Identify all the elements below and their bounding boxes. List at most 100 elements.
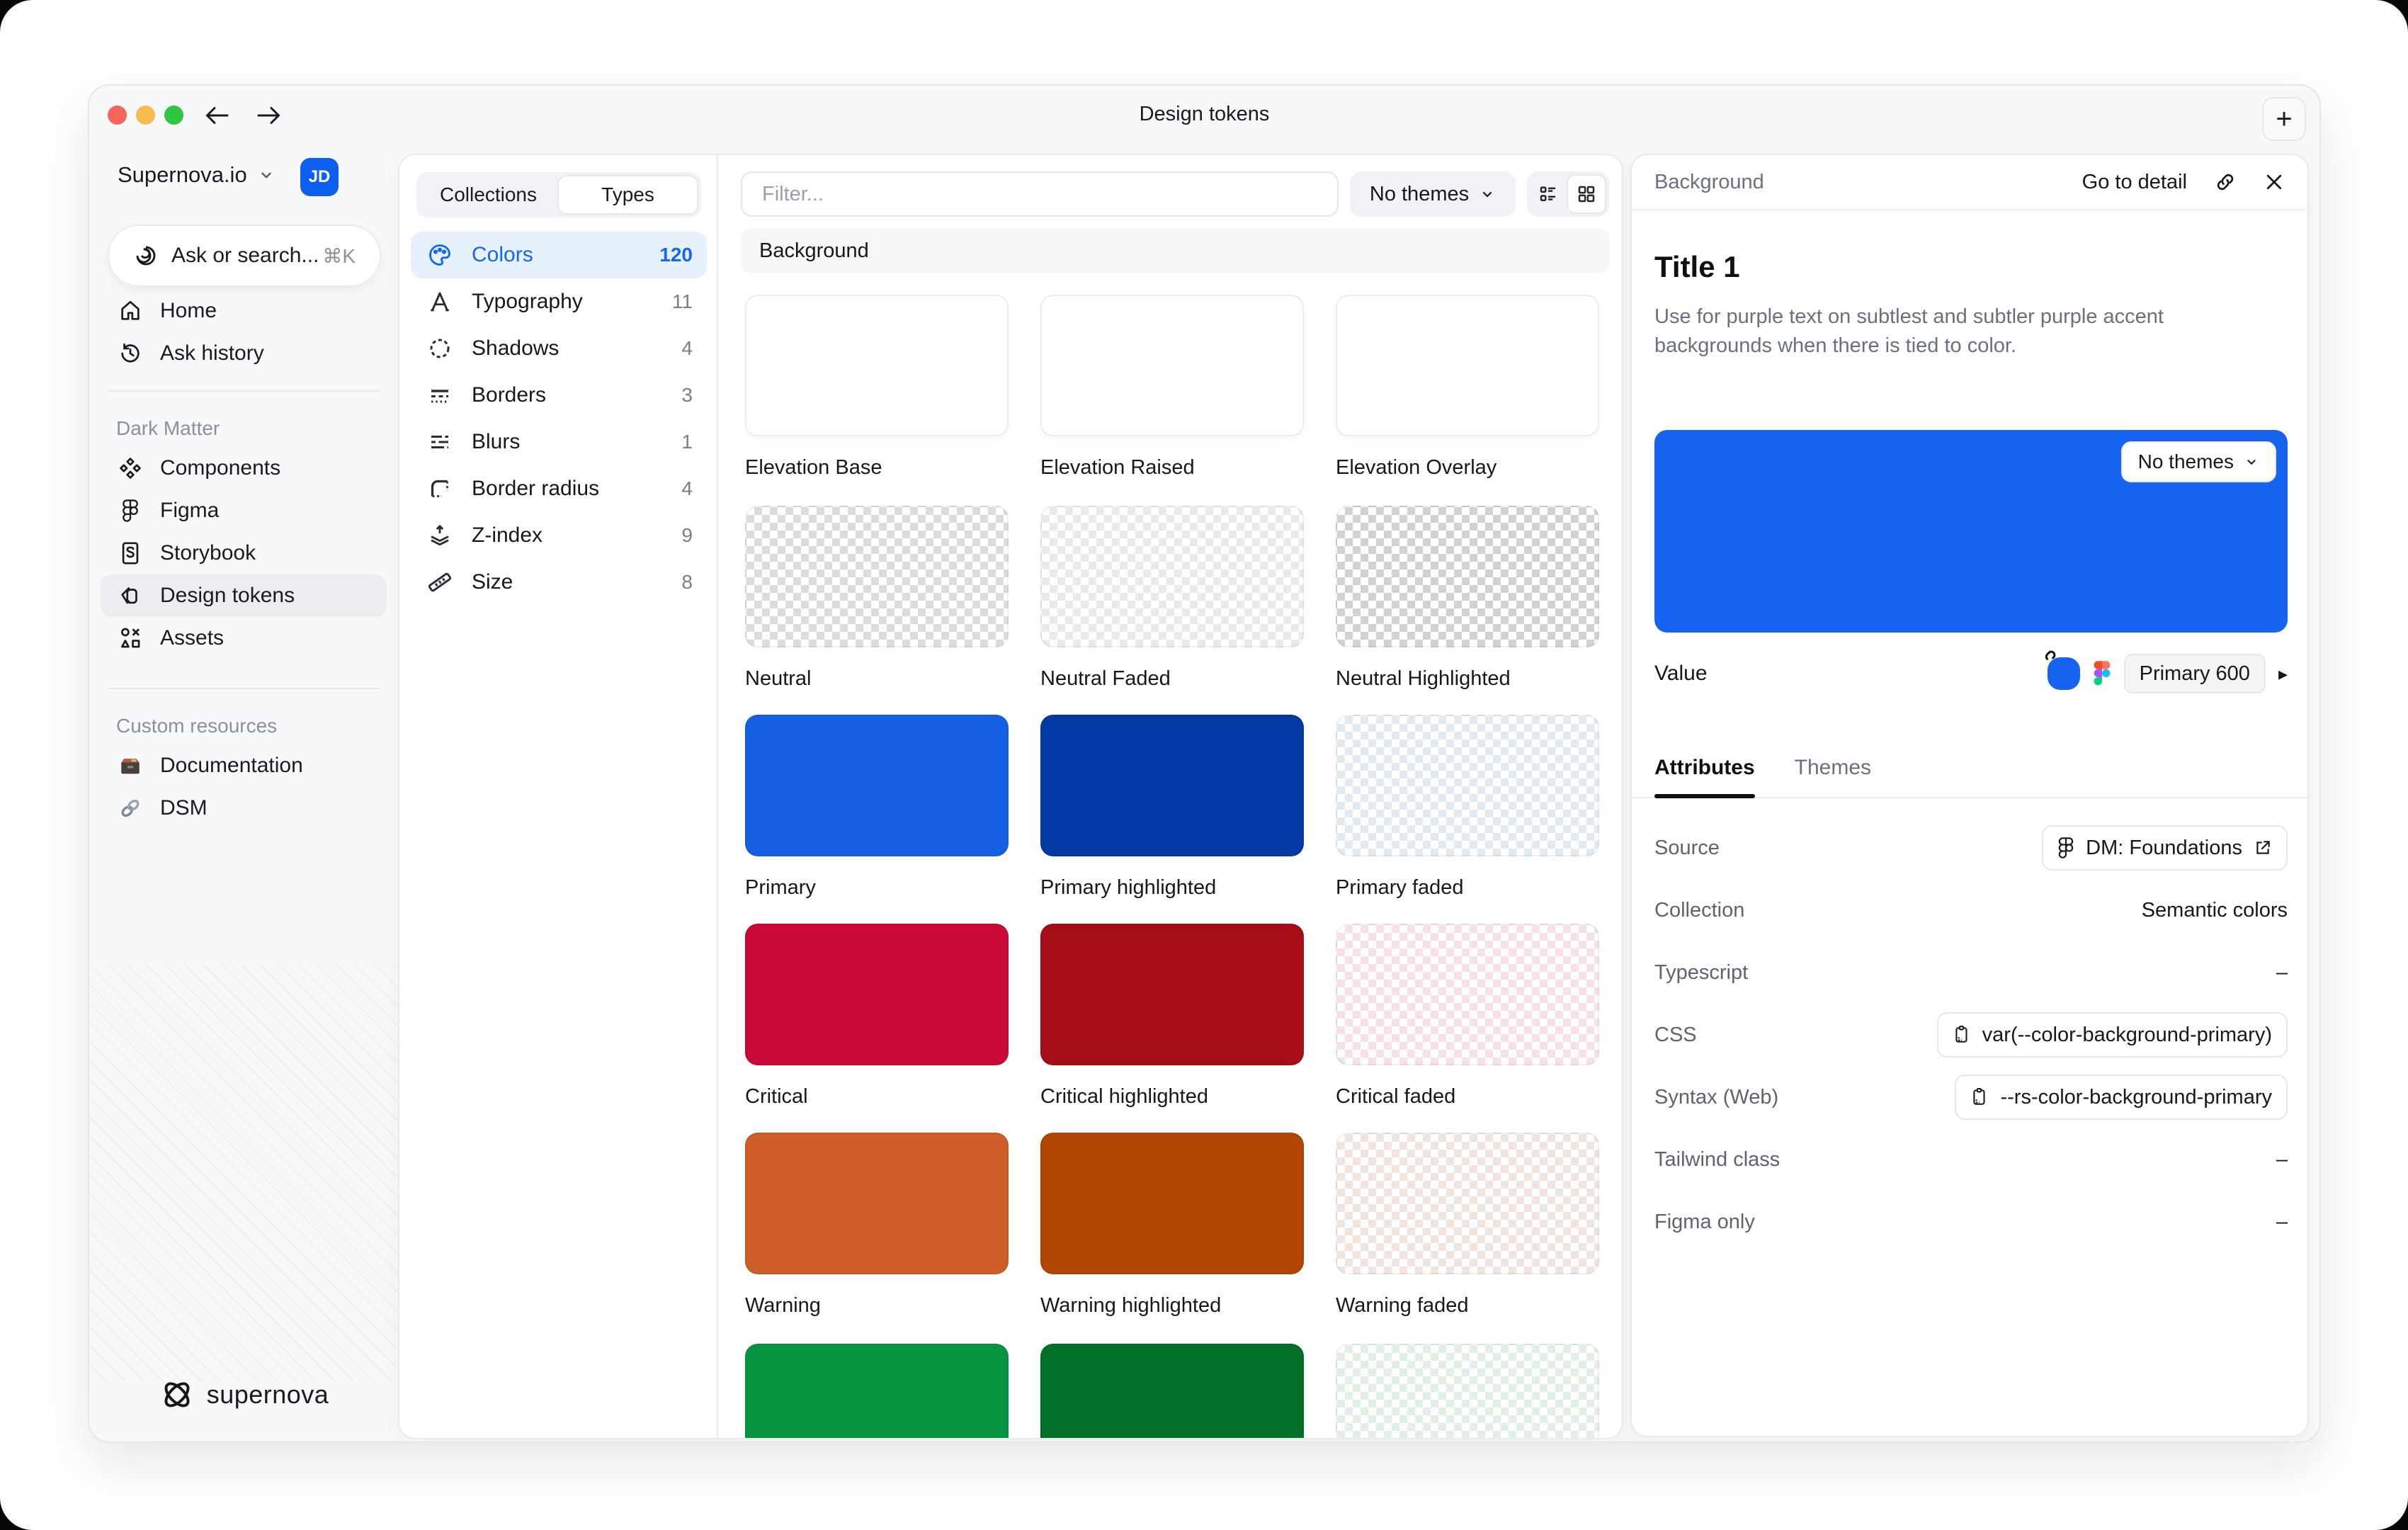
sidebar-item-assets[interactable]: Assets xyxy=(101,617,387,659)
tab-collections[interactable]: Collections xyxy=(419,175,557,215)
attribute-row-typescript: Typescript – xyxy=(1654,948,2288,997)
sidebar: Supernova.io JD Ask or search... ⌘K Home xyxy=(89,86,398,1441)
token-type-list: Colors 120 Typography 11 Shadows 4 xyxy=(411,232,707,606)
search-shortcut: ⌘K xyxy=(322,244,356,268)
sidebar-item-components[interactable]: Components xyxy=(101,447,387,489)
home-icon xyxy=(116,299,144,323)
value-label: Value xyxy=(1654,662,1708,686)
css-variable-chip[interactable]: var(--color-background-primary) xyxy=(1937,1012,2288,1058)
swatch-neutral-highlighted[interactable] xyxy=(1336,506,1599,647)
supernova-mark-icon xyxy=(159,1376,195,1413)
attribute-value: Semantic colors xyxy=(2142,899,2288,922)
add-button[interactable]: + xyxy=(2262,97,2306,141)
type-item-border-radius[interactable]: Border radius 4 xyxy=(411,465,707,512)
swatch-label: Primary faded xyxy=(1336,876,1599,900)
type-count: 8 xyxy=(681,571,693,594)
sidebar-item-label: Storybook xyxy=(160,541,256,565)
type-item-z-index[interactable]: Z-index 9 xyxy=(411,512,707,559)
tab-themes[interactable]: Themes xyxy=(1795,752,1871,797)
swatch-neutral-faded[interactable] xyxy=(1040,506,1304,647)
history-icon xyxy=(116,341,144,366)
type-item-blurs[interactable]: Blurs 1 xyxy=(411,419,707,465)
swatch-positive[interactable] xyxy=(745,1344,1009,1439)
chevron-down-icon xyxy=(257,166,276,184)
swatch-warning[interactable] xyxy=(745,1133,1009,1274)
sidebar-item-home[interactable]: Home xyxy=(101,290,387,332)
type-count: 3 xyxy=(681,384,693,407)
supernova-wordmark: supernova xyxy=(207,1380,329,1410)
type-item-borders[interactable]: Borders 3 xyxy=(411,372,707,419)
sidebar-item-documentation[interactable]: Documentation xyxy=(101,744,387,787)
swatch-primary[interactable] xyxy=(745,715,1009,856)
swatch-neutral[interactable] xyxy=(745,506,1009,647)
section-label-dark-matter: Dark Matter xyxy=(101,407,387,447)
value-token-chip[interactable]: Primary 600 xyxy=(2124,654,2266,693)
swatch-label: Neutral xyxy=(745,667,1009,691)
close-icon[interactable] xyxy=(2264,171,2285,193)
sidebar-item-label: Documentation xyxy=(160,754,303,778)
avatar[interactable]: JD xyxy=(300,158,339,196)
sidebar-item-design-tokens[interactable]: Design tokens xyxy=(101,574,387,617)
type-item-typography[interactable]: Typography 11 xyxy=(411,278,707,325)
swatch-label: Warning highlighted xyxy=(1040,1294,1304,1318)
swatch-critical[interactable] xyxy=(745,924,1009,1065)
type-item-shadows[interactable]: Shadows 4 xyxy=(411,325,707,372)
attribute-label: Source xyxy=(1654,837,1720,860)
swatch-warning-faded[interactable] xyxy=(1336,1133,1599,1274)
swatch-label: Elevation Base xyxy=(745,456,1009,480)
swatch-label: Critical faded xyxy=(1336,1085,1599,1109)
list-view-button[interactable] xyxy=(1530,174,1567,214)
shadows-icon xyxy=(425,336,455,361)
swatch-primary-highlighted[interactable] xyxy=(1040,715,1304,856)
workspace-switcher[interactable]: Supernova.io JD xyxy=(118,162,381,188)
copy-link-icon[interactable] xyxy=(2214,171,2237,193)
type-item-colors[interactable]: Colors 120 xyxy=(411,232,707,278)
swatch-positive-highlighted[interactable] xyxy=(1040,1344,1304,1439)
grid-view-button[interactable] xyxy=(1567,174,1606,214)
swatch-elevation-raised[interactable] xyxy=(1040,295,1304,436)
type-label: Shadows xyxy=(472,336,559,361)
link-chain-icon xyxy=(116,796,144,820)
type-item-size[interactable]: Size 8 xyxy=(411,559,707,606)
swatch-primary-faded[interactable] xyxy=(1336,715,1599,856)
themes-dropdown[interactable]: No themes xyxy=(1350,171,1516,217)
swatch-elevation-overlay[interactable] xyxy=(1336,295,1599,436)
sidebar-item-storybook[interactable]: Storybook xyxy=(101,532,387,574)
attribute-row-css: CSS var(--color-background-primary) xyxy=(1654,1011,2288,1059)
sidebar-item-ask-history[interactable]: Ask history xyxy=(101,332,387,375)
border-radius-icon xyxy=(425,476,455,502)
sidebar-item-figma[interactable]: Figma xyxy=(101,489,387,532)
tab-attributes[interactable]: Attributes xyxy=(1654,752,1755,797)
themes-dropdown-label: No themes xyxy=(1370,183,1469,206)
sidebar-item-label: Components xyxy=(160,456,280,480)
documentation-box-icon xyxy=(116,754,144,778)
preview-themes-dropdown[interactable]: No themes xyxy=(2121,441,2276,482)
attribute-value: – xyxy=(2276,961,2288,985)
attribute-label: CSS xyxy=(1654,1024,1697,1047)
swatch-elevation-base[interactable] xyxy=(745,295,1009,436)
tab-types[interactable]: Types xyxy=(557,175,698,215)
workspace-name: Supernova.io xyxy=(118,162,247,188)
figma-outline-icon xyxy=(2057,837,2074,859)
syntax-web-chip[interactable]: --rs-color-background-primary xyxy=(1955,1075,2288,1120)
link-icon xyxy=(2039,647,2059,667)
section-title: Background xyxy=(759,239,869,263)
swatch-label: Neutral Faded xyxy=(1040,667,1304,691)
types-column: Collections Types Colors 120 Typography … xyxy=(399,155,718,1438)
caret-right-icon[interactable]: ▸ xyxy=(2278,663,2288,685)
attribute-row-tailwind: Tailwind class – xyxy=(1654,1135,2288,1184)
filter-input[interactable] xyxy=(741,171,1339,217)
swatch-warning-highlighted[interactable] xyxy=(1040,1133,1304,1274)
swatch-critical-faded[interactable] xyxy=(1336,924,1599,1065)
swatch-critical-highlighted[interactable] xyxy=(1040,924,1304,1065)
search-input[interactable]: Ask or search... ⌘K xyxy=(108,225,381,287)
go-to-detail-link[interactable]: Go to detail xyxy=(2082,171,2187,194)
sidebar-item-dsm[interactable]: DSM xyxy=(101,787,387,829)
spark-icon xyxy=(133,243,159,268)
type-label: Colors xyxy=(472,243,533,267)
figma-logo-icon xyxy=(2093,660,2111,687)
attribute-value: DM: Foundations xyxy=(2086,837,2242,860)
swatch-label: Primary highlighted xyxy=(1040,876,1304,900)
swatch-positive-faded[interactable] xyxy=(1336,1344,1599,1439)
source-chip[interactable]: DM: Foundations xyxy=(2042,825,2288,871)
